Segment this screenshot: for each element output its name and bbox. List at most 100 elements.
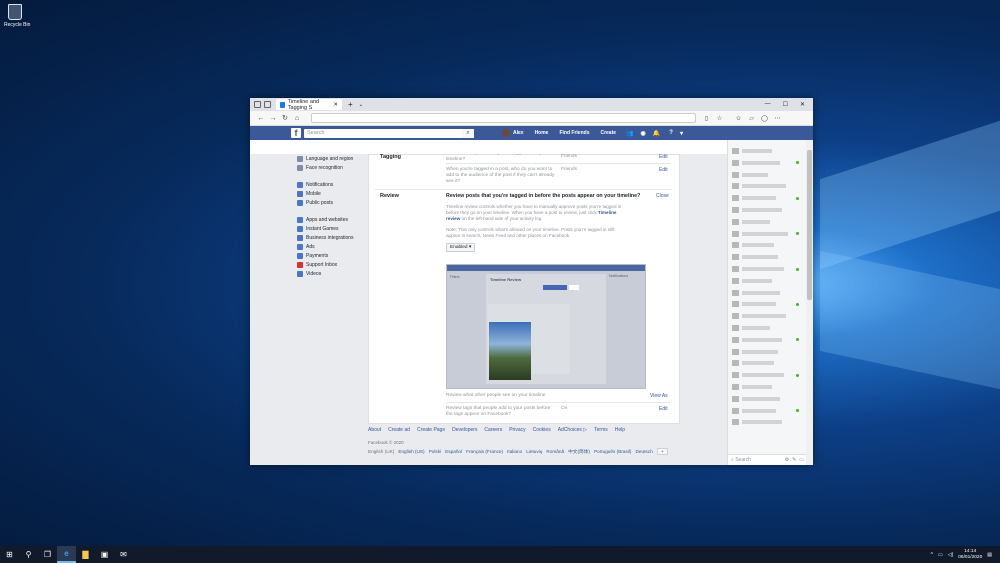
favorites-icon[interactable]: ✩ [732,115,745,122]
help-icon[interactable]: ? [669,130,673,136]
minimize-button[interactable]: — [765,101,771,108]
language-link[interactable]: Italiano [507,449,522,454]
volume-icon[interactable]: ◁) [948,552,954,558]
refresh-button[interactable]: ↻ [279,114,291,122]
sidebar-item-business[interactable]: Business integrations [297,233,367,242]
chat-contact[interactable] [732,419,782,426]
action-center-icon[interactable]: ▤ [987,552,992,558]
sidebar-item-public-posts[interactable]: Public posts [297,198,367,207]
chat-contact[interactable] [732,348,778,355]
mail-icon[interactable]: ✉ [114,546,133,563]
sidebar-item-mobile[interactable]: Mobile [297,189,367,198]
sidebar-item-apps[interactable]: Apps and websites [297,215,367,224]
edit-button[interactable]: Edit [659,154,668,160]
nav-find-friends[interactable]: Find Friends [559,130,589,136]
chat-contact[interactable] [732,336,782,343]
sidebar-item-notifications[interactable]: Notifications [297,180,367,189]
chat-contact[interactable] [732,195,776,202]
sidebar-item-ads[interactable]: Ads [297,242,367,251]
footer-link[interactable]: Cookies [533,427,551,433]
footer-link[interactable]: Create ad [388,427,410,433]
more-languages-button[interactable]: + [656,448,668,455]
url-input[interactable] [311,113,696,123]
sidebar-item-support-inbox[interactable]: Support Inbox [297,260,367,269]
task-view-icon[interactable]: ❐ [38,546,57,563]
edge-icon[interactable]: e [57,546,76,563]
footer-link[interactable]: Careers [484,427,502,433]
chat-contact[interactable] [732,289,780,296]
review-select[interactable]: Enabled ▾ [446,243,476,252]
edit-button[interactable]: Edit [659,406,668,412]
footer-link[interactable]: Privacy [509,427,525,433]
tray-chevron-icon[interactable]: ^ [931,552,933,558]
notifications-icon[interactable]: 🔔 [653,130,660,137]
footer-link[interactable]: Help [615,427,625,433]
language-link[interactable]: 中文(简体) [568,449,590,455]
chat-contact[interactable] [732,360,774,367]
tab-list-icon[interactable] [264,101,271,108]
close-window-button[interactable]: ✕ [800,101,805,108]
chat-contact[interactable] [732,159,780,166]
view-as-button[interactable]: View As [650,393,668,399]
chat-contact[interactable] [732,218,770,225]
chat-contact[interactable] [732,171,768,178]
chat-contact[interactable] [732,301,776,308]
footer-link[interactable]: Create Page [417,427,445,433]
profile-link[interactable]: Alex [502,129,524,137]
collections-icon[interactable]: ▱ [745,115,758,122]
sidebar-item-payments[interactable]: Payments [297,251,367,260]
language-link[interactable]: Deutsch [636,449,653,454]
tab-close-icon[interactable]: ✕ [333,102,338,108]
chat-search-input[interactable]: ⌕ Search ⚙ ✎ ▭ [728,454,807,465]
footer-link[interactable]: Developers [452,427,477,433]
home-button[interactable]: ⌂ [291,115,303,122]
scrollbar[interactable] [806,140,813,465]
search-icon[interactable]: ⌕ [462,128,474,138]
account-menu-icon[interactable]: ▾ [680,130,683,137]
store-icon[interactable]: ▣ [95,546,114,563]
edit-button[interactable]: Edit [659,167,668,173]
footer-link[interactable]: About [368,427,381,433]
chat-contact[interactable] [732,242,774,249]
chat-contact[interactable] [732,183,786,190]
favorite-icon[interactable]: ☆ [713,115,726,122]
forward-button[interactable]: → [267,115,279,122]
sidebar-item-instant-games[interactable]: Instant Games [297,224,367,233]
language-link[interactable]: Polski [429,449,442,454]
friend-requests-icon[interactable]: 👥 [626,130,633,137]
chat-contact[interactable] [732,407,776,414]
facebook-search-input[interactable]: Search ⌕ [304,128,474,138]
language-link[interactable]: Français (France) [466,449,503,454]
footer-link[interactable]: Terms [594,427,608,433]
nav-home[interactable]: Home [535,130,549,136]
sidebar-item-face-recognition[interactable]: Face recognition [297,163,367,172]
chat-contact[interactable] [732,207,782,213]
back-button[interactable]: ← [255,115,267,122]
tab-actions-icon[interactable] [254,101,261,108]
tab-menu-icon[interactable]: ⌄ [359,102,364,108]
language-link[interactable]: Lietuvių [526,449,542,454]
scrollbar-thumb[interactable] [807,150,812,300]
chat-contact[interactable] [732,313,786,320]
chat-contact[interactable] [732,266,784,272]
language-link[interactable]: Română [546,449,564,454]
sidebar-item-videos[interactable]: Videos [297,269,367,278]
network-icon[interactable]: ▭ [938,552,943,558]
more-icon[interactable]: ⋯ [771,115,784,122]
compose-icon[interactable]: ✎ [792,457,796,463]
chat-contact[interactable] [732,325,770,331]
chat-contact[interactable] [732,148,772,154]
reader-view-icon[interactable]: ▯ [700,115,713,122]
profile-icon[interactable]: ◯ [758,115,771,122]
chat-settings-icon[interactable]: ⚙ [785,457,789,463]
chat-contact[interactable] [732,254,778,261]
sidebar-item-language[interactable]: Language and region [297,154,367,163]
chat-contact[interactable] [732,395,780,402]
search-icon[interactable]: ⚲ [19,546,38,563]
footer-link[interactable]: AdChoices ▷ [558,427,587,433]
chat-contact[interactable] [732,277,772,284]
file-explorer-icon[interactable]: ▇ [76,546,95,563]
start-button[interactable]: ⊞ [0,546,19,563]
language-link[interactable]: Español [445,449,462,454]
expand-icon[interactable]: ▭ [799,457,804,463]
